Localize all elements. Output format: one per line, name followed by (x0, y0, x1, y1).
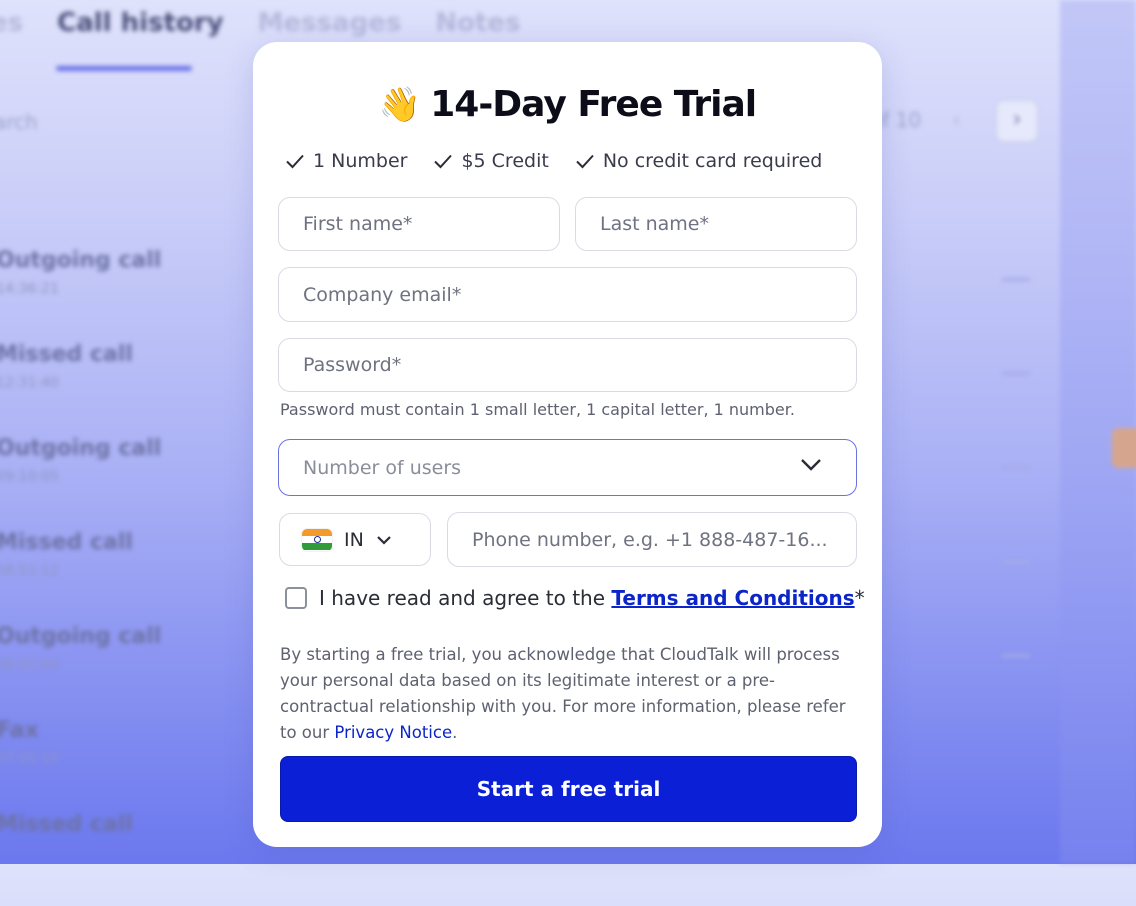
background-row-title: Missed call (0, 812, 133, 837)
background-dash (1002, 372, 1030, 375)
chevron-down-icon (377, 535, 391, 545)
india-flag-icon (302, 528, 332, 551)
feature-label: No credit card required (602, 150, 823, 172)
background-row-time: 08:51:12 (0, 563, 59, 579)
background-row-title: Missed call (0, 530, 133, 555)
background-row-time: 07:55:10 (0, 751, 59, 767)
agree-text: I have read and agree to the Terms and C… (319, 586, 865, 610)
background-dash (1002, 654, 1030, 657)
last-name-input[interactable]: Last name* (575, 197, 857, 251)
background-row: Fax 07:55:10 (0, 718, 161, 812)
background-row: Missed call (0, 812, 161, 906)
feature-item: $5 Credit (433, 150, 549, 172)
background-row-time: 14:36:21 (0, 281, 59, 297)
terms-agreement: I have read and agree to the Terms and C… (285, 586, 865, 610)
required-mark: * (854, 586, 865, 610)
privacy-notice-link[interactable]: Privacy Notice (334, 723, 452, 742)
users-placeholder: Number of users (303, 456, 462, 479)
company-email-input[interactable]: Company email* (278, 267, 857, 322)
background-row: Missed call 12:31:40 (0, 342, 161, 436)
background-next-icon: › (996, 100, 1038, 142)
title-text: 14-Day Free Trial (430, 84, 757, 125)
terms-checkbox[interactable] (285, 587, 307, 609)
background-row: Outgoing call 14:36:21 (0, 248, 161, 342)
start-free-trial-button[interactable]: Start a free trial (280, 756, 857, 822)
password-input[interactable]: Password* (278, 338, 857, 392)
feature-list: 1 Number $5 Credit No credit card requir… (285, 150, 822, 172)
check-icon (576, 154, 594, 169)
background-row-title: Outgoing call (0, 436, 162, 461)
feature-label: $5 Credit (461, 150, 549, 172)
terms-link[interactable]: Terms and Conditions (611, 586, 854, 610)
background-row-title: Outgoing call (0, 624, 162, 649)
background-dash (1002, 278, 1030, 281)
background-prev-icon: ‹ (952, 108, 961, 133)
feature-label: 1 Number (313, 150, 408, 172)
waving-hand-icon: 👋 (378, 85, 421, 125)
disclaimer-period: . (452, 723, 458, 742)
first-name-input[interactable]: First name* (278, 197, 560, 251)
background-row: Outgoing call 08:02:44 (0, 624, 161, 718)
check-icon (434, 154, 453, 169)
background-tab-notes: Notes (435, 8, 521, 38)
background-row: Missed call 08:51:12 (0, 530, 161, 624)
phone-number-input[interactable]: Phone number, e.g. +1 888-487-16... (447, 512, 857, 567)
background-tab-indicator (56, 66, 192, 71)
feature-item: No credit card required (575, 150, 823, 172)
privacy-disclaimer: By starting a free trial, you acknowledg… (280, 642, 855, 746)
background-search: arch (0, 110, 38, 134)
password-placeholder: Password* (303, 354, 402, 376)
agree-label: I have read and agree to the (319, 586, 606, 610)
background-row: Outgoing call 09:10:05 (0, 436, 161, 530)
country-code: IN (344, 528, 364, 551)
last-name-placeholder: Last name* (600, 213, 709, 235)
background-dash (1002, 560, 1030, 563)
feature-item: 1 Number (285, 150, 407, 172)
background-tab-call-history: Call history (57, 8, 224, 38)
background-tabs: es Call history Messages Notes (0, 8, 520, 38)
background-tab-partial: es (0, 8, 24, 38)
background-row-title: Outgoing call (0, 248, 162, 273)
chevron-down-icon (801, 459, 821, 471)
background-dash (1002, 466, 1030, 469)
phone-placeholder: Phone number, e.g. +1 888-487-16... (472, 528, 828, 551)
background-row-time: 12:31:40 (0, 375, 59, 391)
background-row-time: 09:10:05 (0, 469, 59, 485)
background-row-title: Fax (0, 718, 39, 743)
background-row-time: 08:02:44 (0, 657, 59, 673)
email-placeholder: Company email* (303, 283, 462, 306)
background-row-title: Missed call (0, 342, 133, 367)
page-title: 👋 14-Day Free Trial (253, 84, 882, 125)
background-tab-messages: Messages (257, 8, 402, 38)
check-icon (286, 154, 304, 169)
background-avatar (1112, 428, 1136, 468)
signup-card: 👋 14-Day Free Trial 1 Number $5 Credit No… (253, 42, 882, 847)
country-code-select[interactable]: IN (279, 513, 431, 566)
number-of-users-select[interactable]: Number of users (278, 439, 857, 496)
password-hint: Password must contain 1 small letter, 1 … (280, 400, 795, 419)
background-call-list: Outgoing call 14:36:21 Missed call 12:31:4… (0, 248, 161, 906)
first-name-placeholder: First name* (303, 213, 413, 235)
